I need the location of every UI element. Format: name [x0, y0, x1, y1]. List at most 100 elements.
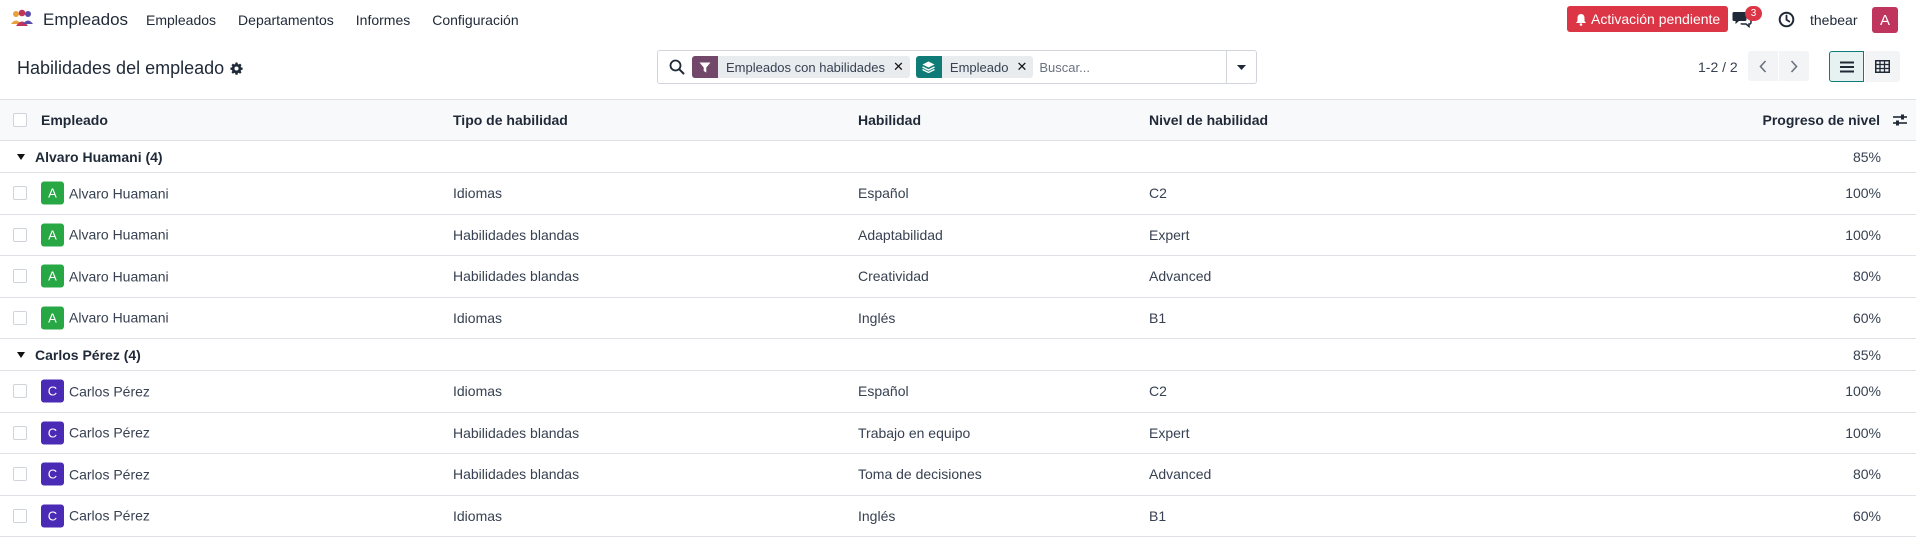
chevron-left-icon — [1759, 59, 1767, 73]
employee-name: Alvaro Huamani — [69, 226, 169, 243]
table-row[interactable]: C Carlos Pérez Idiomas Español C2 100% — [0, 371, 1916, 413]
filter-icon — [692, 56, 718, 78]
username[interactable]: thebear — [1810, 12, 1857, 28]
menu-item-informes[interactable]: Informes — [356, 12, 410, 28]
skills-table: Empleado Tipo de habilidad Habilidad Niv… — [0, 99, 1916, 537]
pager-previous-button[interactable] — [1748, 51, 1778, 81]
row-checkbox[interactable] — [13, 508, 27, 523]
group-name: Carlos Pérez (4) — [35, 346, 141, 363]
employee-cell: A Alvaro Huamani — [41, 223, 169, 247]
employee-name: Carlos Pérez — [69, 383, 150, 400]
avatar: C — [41, 462, 64, 486]
skill-level-cell: Expert — [1149, 424, 1190, 441]
main-menu: Empleados Departamentos Informes Configu… — [146, 12, 541, 28]
pivot-view-button[interactable] — [1865, 51, 1900, 82]
row-checkbox[interactable] — [13, 425, 27, 440]
menu-item-departamentos[interactable]: Departamentos — [238, 12, 334, 28]
skill-type-cell: Idiomas — [453, 185, 503, 202]
skill-type-cell: Idiomas — [453, 309, 503, 326]
group-by-facet-close-icon[interactable]: ✕ — [1016, 59, 1033, 75]
column-header-skill-type[interactable]: Tipo de habilidad — [453, 112, 568, 128]
skill-type-cell: Idiomas — [453, 383, 503, 400]
employee-cell: A Alvaro Huamani — [41, 181, 169, 205]
skill-type-cell: Habilidades blandas — [453, 226, 580, 243]
group-row[interactable]: Carlos Pérez (4) 85% — [0, 339, 1916, 371]
app-name[interactable]: Empleados — [43, 10, 128, 30]
search-bar: Empleados con habilidades ✕ Empleado ✕ — [657, 50, 1257, 84]
employee-cell: C Carlos Pérez — [41, 379, 150, 403]
skill-level-cell: Advanced — [1149, 466, 1212, 483]
row-checkbox[interactable] — [13, 384, 27, 399]
group-by-facet-label: Empleado — [949, 59, 1009, 75]
table-row[interactable]: A Alvaro Huamani Idiomas Español C2 100% — [0, 173, 1916, 215]
column-header-level-progress[interactable]: Progreso de nivel — [1763, 112, 1880, 128]
skill-cell: Creatividad — [858, 268, 929, 285]
table-row[interactable]: A Alvaro Huamani Habilidades blandas Cre… — [0, 256, 1916, 298]
group-progress: 85% — [1852, 346, 1881, 363]
search-input[interactable] — [1039, 56, 1220, 78]
skill-type-cell: Habilidades blandas — [453, 268, 580, 285]
top-navbar: Empleados Empleados Departamentos Inform… — [0, 0, 1916, 40]
skill-cell: Adaptabilidad — [858, 226, 943, 243]
employee-name: Carlos Pérez — [69, 466, 150, 483]
skill-cell: Trabajo en equipo — [858, 424, 971, 441]
column-header-skill-level[interactable]: Nivel de habilidad — [1149, 112, 1268, 128]
avatar: A — [41, 264, 64, 288]
table-row[interactable]: A Alvaro Huamani Idiomas Inglés B1 60% — [0, 298, 1916, 339]
level-progress-cell: 60% — [1852, 507, 1881, 524]
employee-name: Alvaro Huamani — [69, 309, 169, 326]
avatar: A — [41, 223, 64, 247]
skill-level-cell: C2 — [1149, 185, 1167, 202]
skill-level-cell: B1 — [1149, 507, 1167, 524]
menu-item-configuracion[interactable]: Configuración — [432, 12, 518, 28]
row-checkbox[interactable] — [13, 269, 27, 284]
chat-count-badge: 3 — [1745, 6, 1762, 21]
table-row[interactable]: C Carlos Pérez Habilidades blandas Toma … — [0, 454, 1916, 496]
search-options-toggle[interactable] — [1226, 51, 1256, 83]
row-checkbox[interactable] — [13, 227, 27, 242]
level-progress-cell: 100% — [1845, 424, 1881, 441]
user-avatar[interactable]: A — [1872, 7, 1898, 33]
row-checkbox[interactable] — [13, 467, 27, 482]
avatar: C — [41, 504, 64, 528]
caret-down-icon — [1237, 64, 1246, 70]
level-progress-cell: 100% — [1845, 383, 1881, 400]
select-all-checkbox[interactable] — [13, 113, 27, 127]
gear-icon[interactable] — [230, 62, 243, 75]
table-row[interactable]: A Alvaro Huamani Habilidades blandas Ada… — [0, 215, 1916, 256]
group-name: Alvaro Huamani (4) — [35, 148, 163, 165]
pager-next-button[interactable] — [1779, 51, 1809, 81]
table-row[interactable]: C Carlos Pérez Habilidades blandas Traba… — [0, 413, 1916, 454]
skill-cell: Toma de decisiones — [858, 466, 982, 483]
clock-icon[interactable] — [1778, 11, 1795, 28]
skill-type-cell: Habilidades blandas — [453, 424, 580, 441]
column-header-employee[interactable]: Empleado — [41, 112, 108, 128]
employee-cell: C Carlos Pérez — [41, 504, 150, 528]
table-body: Alvaro Huamani (4) 85% A Alvaro Huamani … — [0, 141, 1916, 537]
bell-icon — [1576, 13, 1586, 26]
group-progress: 85% — [1852, 148, 1881, 165]
column-header-skill[interactable]: Habilidad — [858, 112, 921, 128]
employee-cell: C Carlos Pérez — [41, 462, 150, 486]
skill-cell: Inglés — [858, 309, 896, 326]
skill-type-cell: Idiomas — [453, 507, 503, 524]
app-logo-icon[interactable] — [10, 9, 34, 29]
table-row[interactable]: C Carlos Pérez Idiomas Inglés B1 60% — [0, 496, 1916, 537]
filter-facet-close-icon[interactable]: ✕ — [893, 59, 910, 75]
list-view-button[interactable] — [1829, 51, 1864, 82]
row-checkbox[interactable] — [13, 310, 27, 325]
menu-item-empleados[interactable]: Empleados — [146, 12, 216, 28]
activation-pending-button[interactable]: Activación pendiente — [1567, 6, 1729, 32]
skill-cell: Inglés — [858, 507, 896, 524]
employee-cell: A Alvaro Huamani — [41, 306, 169, 330]
optional-columns-icon[interactable] — [1892, 113, 1908, 127]
group-row[interactable]: Alvaro Huamani (4) 85% — [0, 141, 1916, 173]
row-checkbox[interactable] — [13, 186, 27, 201]
list-view-icon — [1839, 61, 1854, 72]
group-by-icon — [915, 56, 942, 78]
employee-cell: C Carlos Pérez — [41, 421, 150, 445]
pager-value[interactable]: 1-2 / 2 — [1698, 59, 1738, 75]
level-progress-cell: 80% — [1852, 268, 1881, 285]
employee-name: Alvaro Huamani — [69, 268, 169, 285]
search-icon[interactable] — [669, 59, 685, 75]
